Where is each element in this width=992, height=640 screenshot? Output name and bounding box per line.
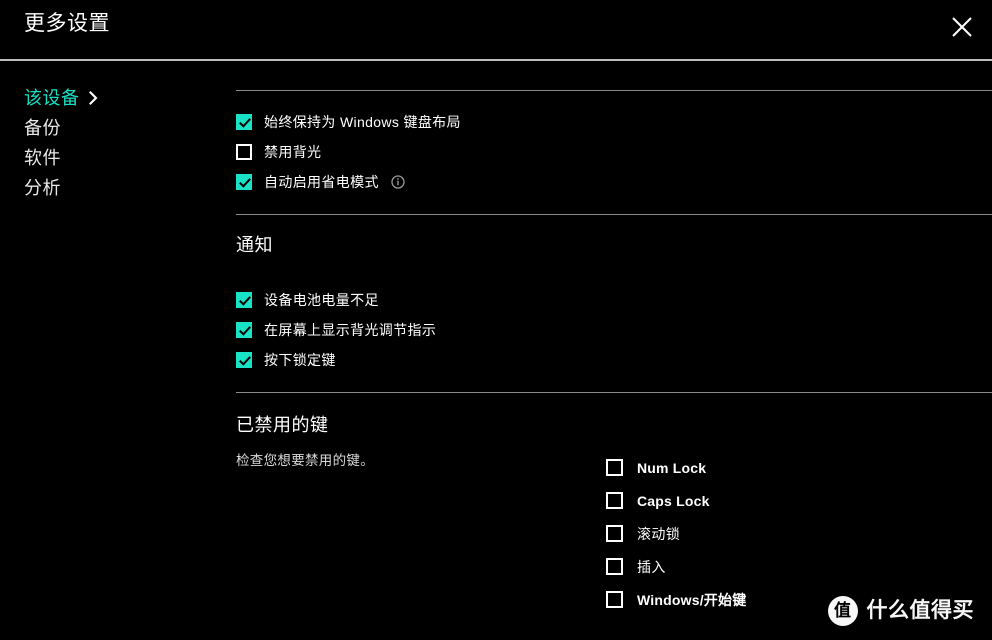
notification-row-lock-key[interactable]: 按下锁定键 (236, 345, 992, 375)
section-divider-notifications (236, 214, 992, 215)
option-label: 自动启用省电模式 (264, 174, 379, 190)
sidebar-item-label: 该设备 (24, 88, 80, 108)
checkbox-num-lock[interactable] (606, 459, 623, 476)
checkbox-caps-lock[interactable] (606, 492, 623, 509)
option-row-auto-power-save[interactable]: 自动启用省电模式 (236, 167, 992, 197)
key-label: Caps Lock (637, 492, 710, 509)
option-row-disable-backlight[interactable]: 禁用背光 (236, 137, 992, 167)
watermark-text: 什么值得买 (866, 599, 974, 622)
checkbox-insert[interactable] (606, 558, 623, 575)
key-label: Num Lock (637, 459, 707, 476)
section-divider-top (236, 90, 992, 91)
sidebar-item-label: 软件 (24, 148, 61, 168)
watermark: 值 什么值得买 (827, 596, 975, 626)
checkbox-scroll-lock[interactable] (606, 525, 623, 542)
disabled-keys-description: 检查您想要禁用的键。 (236, 453, 374, 468)
more-settings-window: 更多设置 该设备 备份 软件 分析 始终保持为 Windows 键盘布局 禁用背… (0, 0, 992, 640)
checkbox-low-battery[interactable] (236, 292, 252, 308)
chevron-right-icon (88, 91, 98, 105)
key-label: Windows/开始键 (637, 591, 747, 608)
disabled-keys-description-column: 检查您想要禁用的键。 (236, 451, 606, 471)
option-label: 禁用背光 (264, 144, 322, 160)
key-label: 插入 (637, 558, 666, 575)
sidebar-item-analytics[interactable]: 分析 (0, 173, 230, 203)
key-label: 滚动锁 (637, 525, 681, 542)
window-titlebar: 更多设置 (0, 0, 992, 61)
disabled-keys-section: 已禁用的键 检查您想要禁用的键。 Num Lock Caps Lock 滚动锁 … (230, 413, 992, 616)
notification-row-backlight-osd[interactable]: 在屏幕上显示背光调节指示 (236, 315, 992, 345)
checkbox-windows-layout[interactable] (236, 114, 252, 130)
notification-label: 设备电池电量不足 (264, 292, 379, 308)
sidebar-item-software[interactable]: 软件 (0, 143, 230, 173)
notifications-heading: 通知 (236, 235, 273, 255)
key-row-num-lock[interactable]: Num Lock (606, 451, 992, 484)
watermark-logo-icon: 值 (827, 596, 858, 626)
sidebar-item-this-device[interactable]: 该设备 (0, 83, 230, 113)
key-row-scroll-lock[interactable]: 滚动锁 (606, 517, 992, 550)
page-title: 更多设置 (24, 12, 110, 35)
device-options-section: 始终保持为 Windows 键盘布局 禁用背光 自动启用省电模式 (230, 107, 992, 197)
key-row-caps-lock[interactable]: Caps Lock (606, 484, 992, 517)
sidebar-item-label: 备份 (24, 118, 61, 138)
checkbox-backlight-osd[interactable] (236, 322, 252, 338)
sidebar-item-backup[interactable]: 备份 (0, 113, 230, 143)
checkbox-disable-backlight[interactable] (236, 144, 252, 160)
sidebar-nav: 该设备 备份 软件 分析 (0, 61, 230, 640)
disabled-keys-heading: 已禁用的键 (236, 415, 329, 435)
notifications-section: 通知 设备电池电量不足 在屏幕上显示背光调节指示 按下锁定键 (230, 233, 992, 375)
disabled-keys-list: Num Lock Caps Lock 滚动锁 插入 Windows/开始键 (606, 451, 992, 616)
info-icon[interactable] (391, 175, 405, 189)
close-icon (951, 16, 973, 38)
settings-content: 始终保持为 Windows 键盘布局 禁用背光 自动启用省电模式 通知 设备电池… (230, 61, 992, 640)
notification-label: 按下锁定键 (264, 352, 336, 368)
checkbox-windows-start[interactable] (606, 591, 623, 608)
option-label: 始终保持为 Windows 键盘布局 (264, 114, 461, 130)
checkbox-lock-key[interactable] (236, 352, 252, 368)
section-divider-disabled-keys (236, 392, 992, 393)
notification-row-low-battery[interactable]: 设备电池电量不足 (236, 285, 992, 315)
notification-label: 在屏幕上显示背光调节指示 (264, 322, 437, 338)
option-row-windows-layout[interactable]: 始终保持为 Windows 键盘布局 (236, 107, 992, 137)
key-row-insert[interactable]: 插入 (606, 550, 992, 583)
close-button[interactable] (942, 7, 982, 47)
sidebar-item-label: 分析 (24, 178, 61, 198)
checkbox-auto-power-save[interactable] (236, 174, 252, 190)
